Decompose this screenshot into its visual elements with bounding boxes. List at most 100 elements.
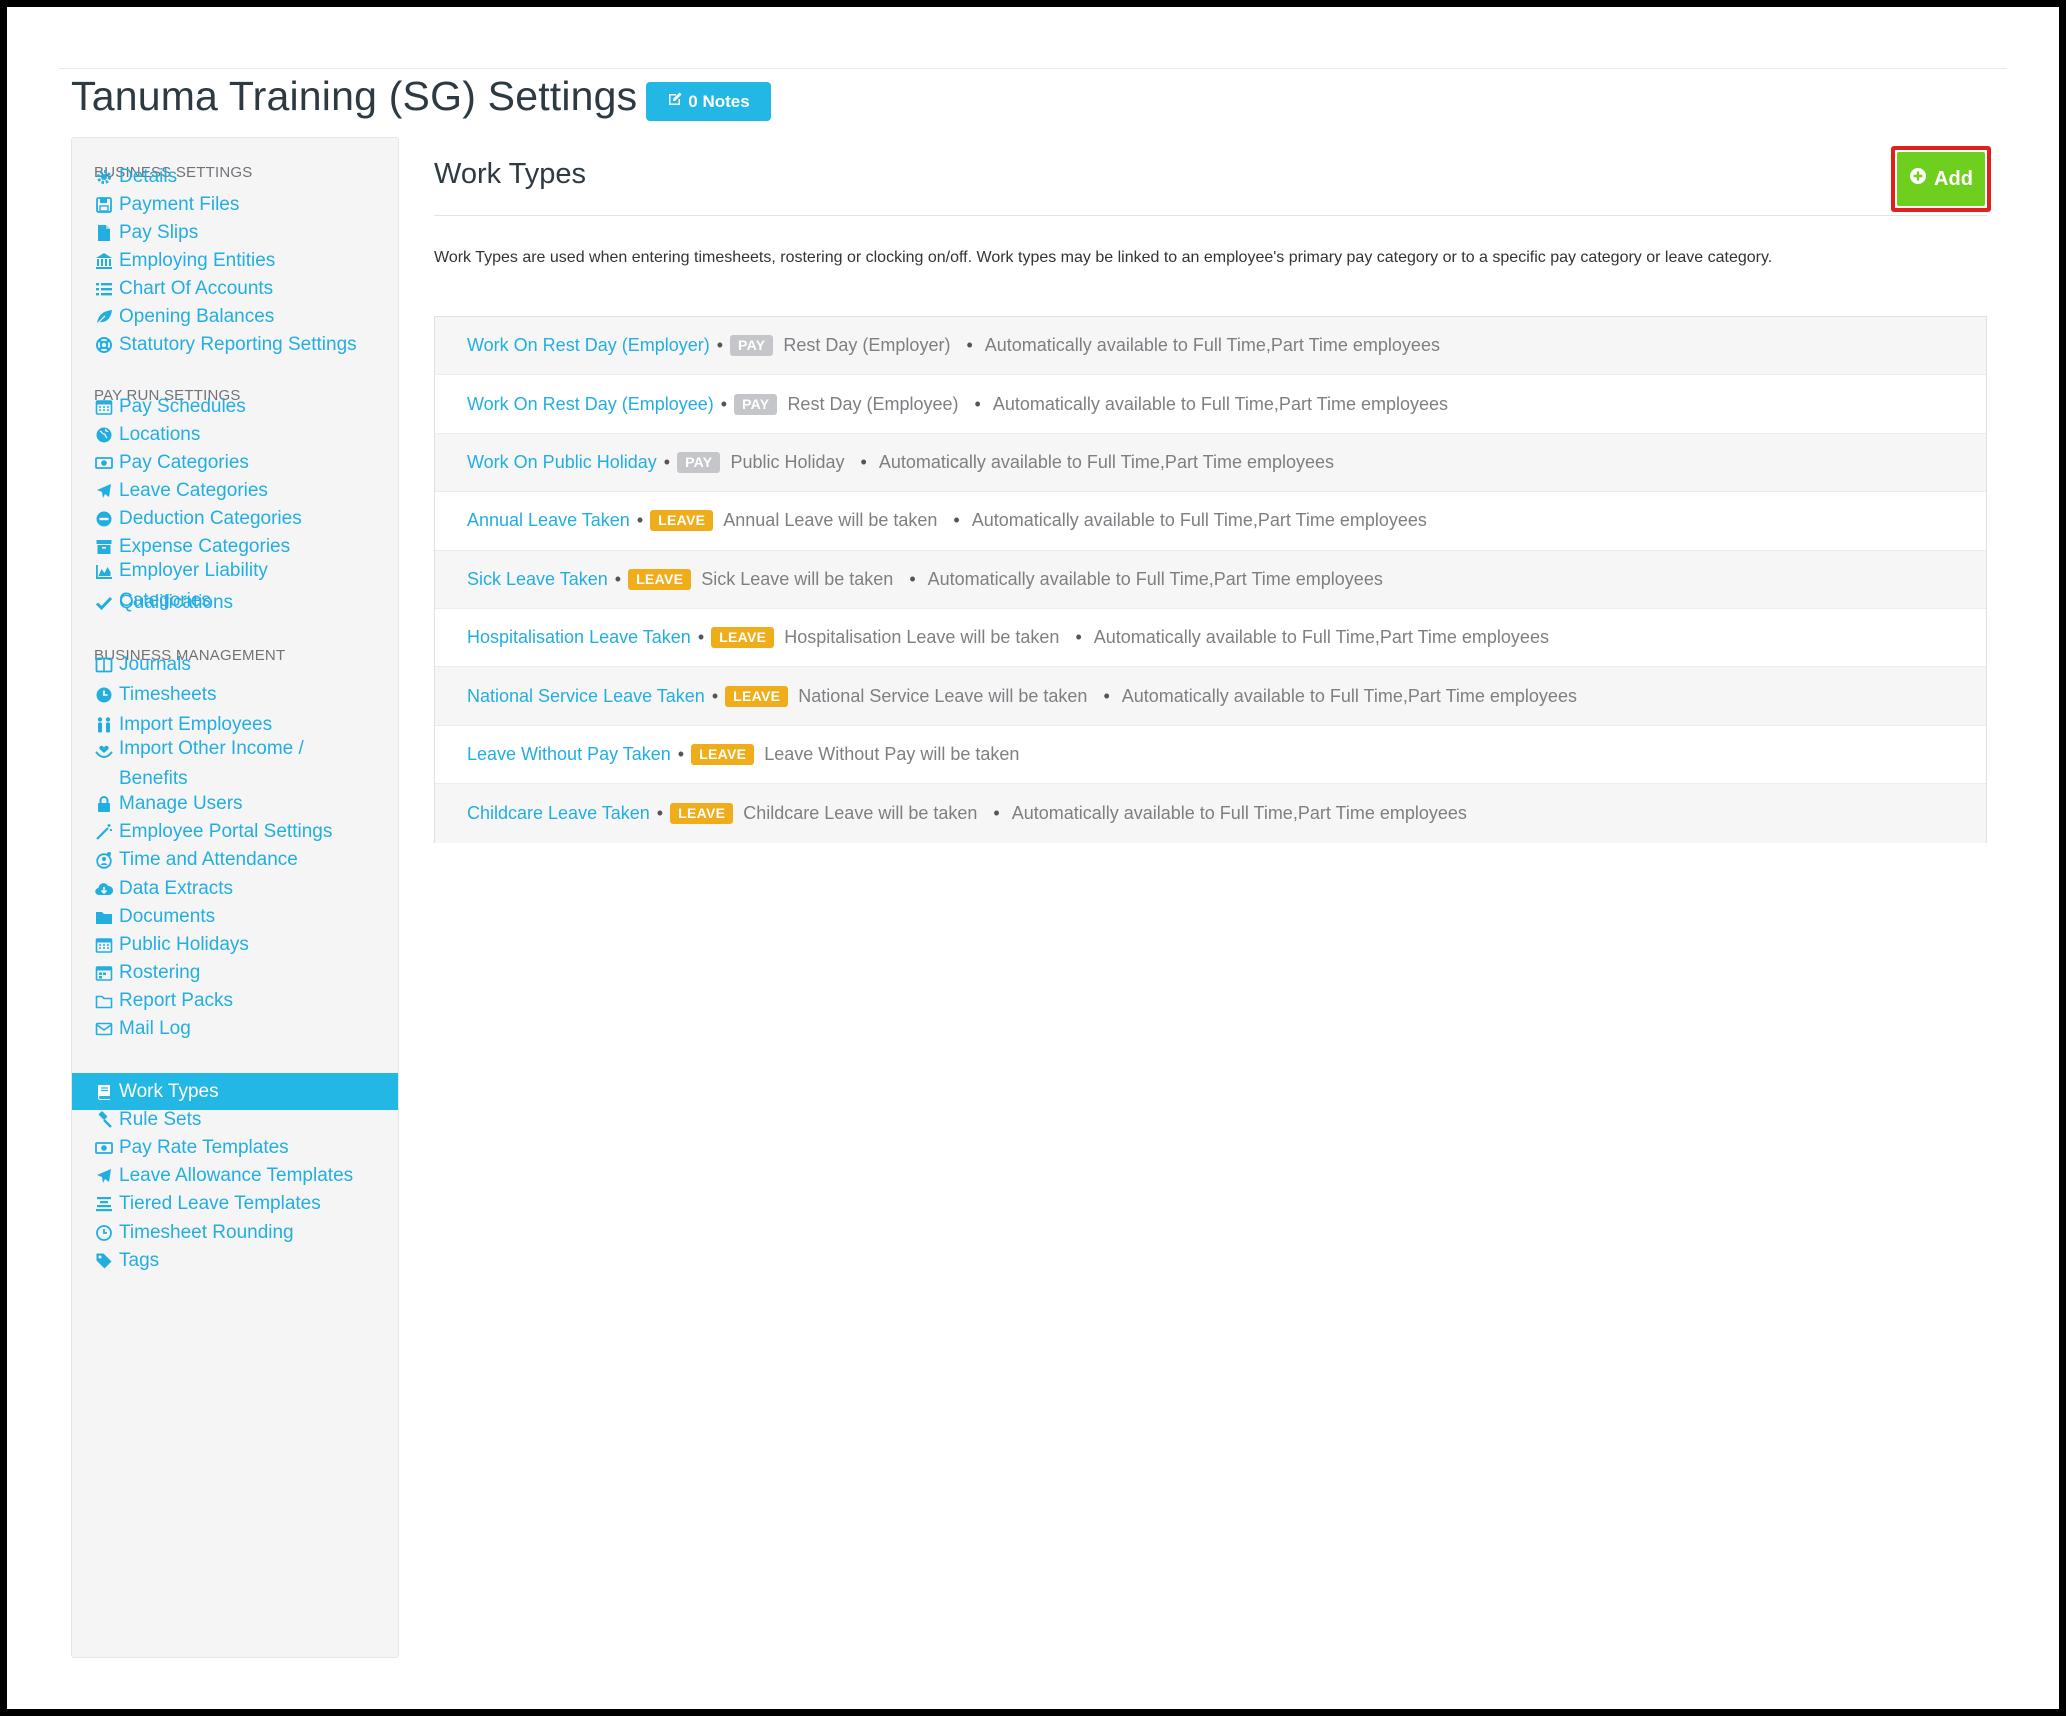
panel-divider bbox=[434, 215, 1987, 216]
lock-icon bbox=[94, 794, 114, 814]
sidebar-item-tags[interactable]: Tags bbox=[72, 1242, 398, 1279]
work-type-link[interactable]: Hospitalisation Leave Taken bbox=[467, 627, 691, 648]
edit-icon bbox=[667, 91, 683, 112]
work-type-category: Rest Day (Employer) bbox=[783, 335, 951, 356]
work-type-link[interactable]: Work On Rest Day (Employee) bbox=[467, 394, 714, 415]
work-type-link[interactable]: Sick Leave Taken bbox=[467, 569, 608, 590]
users-icon bbox=[94, 715, 114, 735]
work-type-row: Leave Without Pay Taken • LEAVE Leave Witho… bbox=[435, 726, 1986, 785]
area-chart-icon bbox=[94, 562, 114, 582]
work-type-link[interactable]: Work On Public Holiday bbox=[467, 452, 657, 473]
sidebar-item-label: Pay Slips bbox=[119, 221, 199, 243]
work-type-availability: Automatically available to Full Time,Par… bbox=[1093, 627, 1549, 648]
add-button[interactable]: Add bbox=[1897, 152, 1985, 206]
money-icon bbox=[94, 1138, 114, 1158]
add-label: Add bbox=[1934, 167, 1973, 190]
gavel-icon bbox=[94, 1110, 114, 1130]
page-title: Tanuma Training (SG) Settings bbox=[71, 73, 638, 119]
bullet-separator: • bbox=[614, 568, 622, 589]
sidebar-item-label: Import Employees bbox=[119, 713, 273, 735]
file-icon bbox=[94, 223, 114, 243]
plane-icon bbox=[94, 1166, 114, 1186]
notes-label: 0 Notes bbox=[688, 91, 750, 111]
sidebar-item-label: Work Types bbox=[119, 1080, 219, 1102]
archive-icon bbox=[94, 537, 114, 557]
sidebar-item-label: Details bbox=[119, 165, 178, 187]
bullet-separator: • bbox=[860, 451, 867, 472]
work-type-category: Leave Without Pay will be taken bbox=[764, 743, 1020, 764]
work-type-link[interactable]: Work On Rest Day (Employer) bbox=[467, 335, 710, 356]
work-type-badge: LEAVE bbox=[711, 627, 775, 649]
sidebar-item-mail-log[interactable]: Mail Log bbox=[72, 1010, 398, 1047]
sidebar-item-qualifications[interactable]: Qualifications bbox=[72, 584, 398, 621]
sidebar-item-label: Locations bbox=[119, 423, 201, 445]
work-type-availability: Automatically available to Full Time,Par… bbox=[984, 335, 1440, 356]
work-type-category: Rest Day (Employee) bbox=[787, 393, 959, 414]
work-type-badge: PAY bbox=[730, 335, 774, 357]
bullet-separator: • bbox=[974, 393, 981, 414]
work-type-category: Sick Leave will be taken bbox=[701, 568, 894, 589]
sidebar-item-label: Employing Entities bbox=[119, 249, 276, 271]
work-type-badge: LEAVE bbox=[650, 510, 714, 532]
sidebar-item-label: Payment Files bbox=[119, 193, 240, 215]
sidebar-item-label: Timesheets bbox=[119, 683, 217, 705]
work-type-category: Hospitalisation Leave will be taken bbox=[784, 627, 1060, 648]
sidebar-item-label: Chart Of Accounts bbox=[119, 277, 274, 299]
magic-wand-icon bbox=[94, 822, 114, 842]
bullet-separator: • bbox=[677, 743, 685, 764]
work-type-row: Annual Leave Taken • LEAVE Annual Leave wil… bbox=[435, 492, 1986, 551]
bullet-separator: • bbox=[953, 510, 960, 531]
lifebuoy-icon bbox=[94, 335, 114, 355]
sidebar-item-label: Pay Categories bbox=[119, 451, 249, 473]
work-type-category: Public Holiday bbox=[730, 451, 845, 472]
leaf-icon bbox=[94, 307, 114, 327]
sidebar-item-statutory-reporting-settings[interactable]: Statutory Reporting Settings bbox=[72, 326, 398, 363]
sidebar-item-label: Journals bbox=[119, 653, 191, 675]
envelope-icon bbox=[94, 1019, 114, 1039]
work-type-row: Work On Rest Day (Employer) • PAY Rest Day … bbox=[435, 317, 1986, 376]
work-type-badge: LEAVE bbox=[725, 685, 789, 707]
sidebar-item-label: Tiered Leave Templates bbox=[119, 1192, 321, 1214]
work-type-link[interactable]: Annual Leave Taken bbox=[467, 510, 630, 531]
bank-icon bbox=[94, 251, 114, 271]
work-type-availability: Automatically available to Full Time,Par… bbox=[878, 451, 1334, 472]
floppy-icon bbox=[94, 195, 114, 215]
bullet-separator: • bbox=[1075, 627, 1082, 648]
sidebar-item-label: Pay Rate Templates bbox=[119, 1136, 289, 1158]
sidebar-item-label: Leave Categories bbox=[119, 479, 268, 501]
bullet-separator: • bbox=[663, 451, 671, 472]
sidebar-item-label: Leave Allowance Templates bbox=[119, 1164, 354, 1186]
work-type-availability: Automatically available to Full Time,Par… bbox=[992, 393, 1448, 414]
top-divider bbox=[59, 68, 2007, 69]
plane-icon bbox=[94, 481, 114, 501]
bullet-separator: • bbox=[1103, 685, 1110, 706]
check-icon bbox=[94, 593, 114, 613]
bullet-separator: • bbox=[697, 627, 705, 648]
list-icon bbox=[94, 279, 114, 299]
sidebar-item-label: Pay Schedules bbox=[119, 395, 246, 417]
work-type-badge: PAY bbox=[677, 451, 721, 473]
work-type-availability: Automatically available to Full Time,Par… bbox=[1011, 802, 1467, 823]
align-center-icon bbox=[94, 1194, 114, 1214]
sidebar-item-label: Qualifications bbox=[119, 591, 234, 613]
work-type-category: National Service Leave will be taken bbox=[798, 685, 1088, 706]
work-type-link[interactable]: Leave Without Pay Taken bbox=[467, 744, 671, 765]
sidebar-item-label: Expense Categories bbox=[119, 535, 291, 557]
bullet-separator: • bbox=[720, 393, 728, 414]
work-type-row: Childcare Leave Taken • LEAVE Childcare Lea… bbox=[435, 784, 1986, 843]
work-types-description: Work Types are used when entering timesh… bbox=[434, 249, 1773, 266]
bullet-separator: • bbox=[716, 335, 724, 356]
money-icon bbox=[94, 453, 114, 473]
work-type-availability: Automatically available to Full Time,Par… bbox=[1121, 685, 1577, 706]
bullet-separator: • bbox=[711, 685, 719, 706]
folder-icon bbox=[94, 907, 114, 927]
bullet-separator: • bbox=[966, 335, 973, 356]
notes-button[interactable]: 0 Notes bbox=[646, 82, 771, 121]
hand-heart-icon bbox=[94, 740, 114, 760]
sidebar-item-label: Mail Log bbox=[119, 1017, 191, 1039]
work-type-row: Hospitalisation Leave Taken • LEAVE Hospita… bbox=[435, 609, 1986, 668]
work-type-availability: Automatically available to Full Time,Par… bbox=[971, 510, 1427, 531]
work-type-link[interactable]: National Service Leave Taken bbox=[467, 686, 705, 707]
sidebar-item-label: Tags bbox=[119, 1249, 160, 1271]
work-type-link[interactable]: Childcare Leave Taken bbox=[467, 803, 650, 824]
